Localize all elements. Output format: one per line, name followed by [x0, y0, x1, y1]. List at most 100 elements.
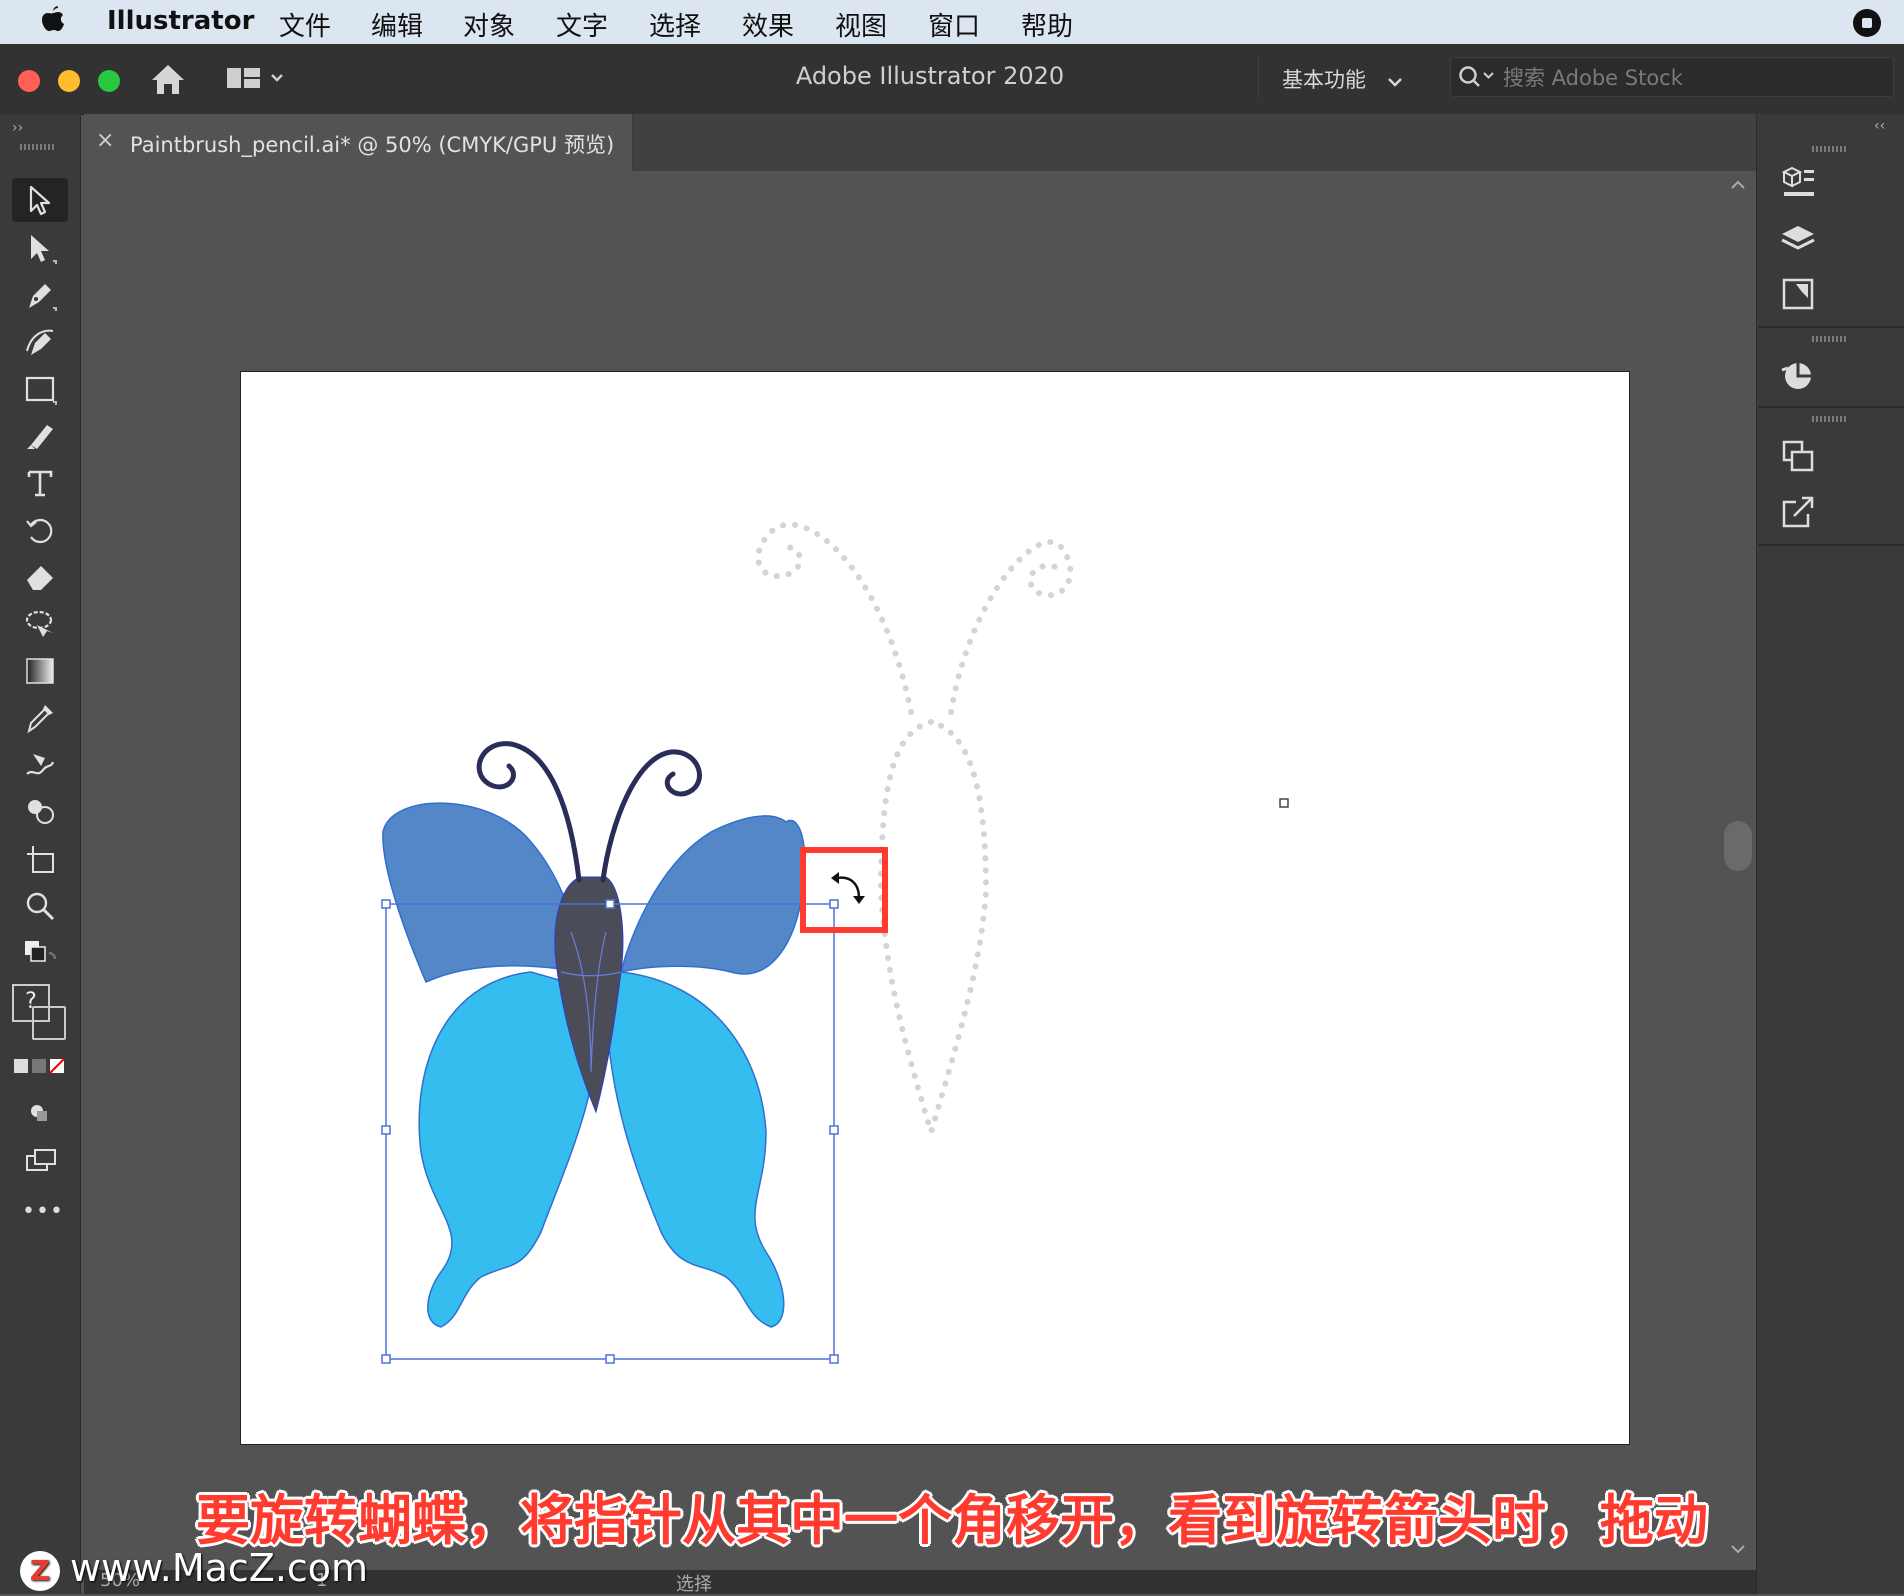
expand-panels-icon[interactable]: ‹‹	[1874, 118, 1885, 134]
pen-tool[interactable]	[12, 273, 68, 317]
selection-arrow-icon	[29, 185, 51, 216]
direct-selection-icon	[31, 235, 57, 264]
lower-right-wing	[605, 971, 785, 1328]
lasso-tool[interactable]	[12, 602, 68, 646]
libraries-icon[interactable]	[1774, 158, 1822, 206]
apple-icon[interactable]	[38, 4, 68, 43]
document-tab[interactable]: × Paintbrush_pencil.ai* @ 50% (CMYK/GPU …	[84, 114, 633, 171]
menu-type[interactable]: 文字	[556, 6, 608, 43]
panel-grip[interactable]	[1812, 416, 1848, 422]
panel-grip[interactable]	[1812, 336, 1848, 342]
workspace-label: 基本功能	[1282, 68, 1366, 92]
menu-help[interactable]: 帮助	[1021, 6, 1073, 43]
zoom-tool[interactable]	[12, 884, 68, 928]
menu-edit[interactable]: 编辑	[371, 6, 423, 43]
shape-builder-icon	[28, 800, 54, 824]
export-icon[interactable]	[1774, 488, 1822, 536]
artwork	[381, 521, 1289, 1364]
curvature-tool[interactable]	[12, 320, 68, 364]
direct-selection-tool[interactable]	[12, 226, 68, 270]
rectangle-tool[interactable]	[12, 367, 68, 411]
selection-tool[interactable]	[12, 178, 68, 222]
panel-divider	[1758, 544, 1904, 546]
color-guide-icon[interactable]	[1774, 352, 1822, 400]
panel-divider	[1758, 326, 1904, 328]
fill-stroke-swatches[interactable]: ?	[10, 982, 72, 1042]
application-bar: Adobe Illustrator 2020 基本功能	[0, 44, 1904, 115]
upper-left-wing	[382, 802, 582, 983]
handle-top-left[interactable]	[381, 899, 391, 909]
handle-bottom-right[interactable]	[829, 1354, 839, 1364]
type-icon	[27, 470, 53, 497]
status-mode[interactable]: 选择	[676, 1570, 712, 1596]
menu-view[interactable]: 视图	[835, 6, 887, 43]
paintbrush-icon	[27, 425, 53, 449]
workspace-switcher[interactable]: 基本功能	[1282, 64, 1403, 94]
color-mode-buttons[interactable]	[12, 1056, 68, 1076]
handle-middle-right[interactable]	[829, 1125, 839, 1135]
layers-icon[interactable]	[1774, 216, 1822, 264]
default-colors-icon	[25, 941, 56, 962]
artboard-tool[interactable]	[12, 837, 68, 881]
pen-icon	[29, 284, 57, 311]
screen-mode-icon	[26, 1149, 56, 1171]
arrange-documents-icon[interactable]	[226, 64, 288, 98]
panel-grip[interactable]	[20, 144, 56, 150]
screen-record-icon[interactable]	[1852, 8, 1882, 45]
scrollbar-thumb[interactable]	[1724, 821, 1752, 871]
close-window-button[interactable]	[18, 70, 40, 92]
anchor-point[interactable]	[1279, 798, 1289, 808]
handle-middle-left[interactable]	[381, 1125, 391, 1135]
panel-divider	[1758, 406, 1904, 408]
artboard[interactable]	[240, 371, 1630, 1445]
menu-effect[interactable]: 效果	[742, 6, 794, 43]
stock-search-input[interactable]	[1501, 62, 1885, 94]
handle-bottom-left[interactable]	[381, 1354, 391, 1364]
search-icon	[1457, 64, 1497, 94]
home-icon[interactable]	[148, 60, 188, 102]
gradient-icon	[26, 658, 54, 684]
watermark: Zwww.MacZ.com	[20, 1546, 368, 1591]
tools-panel: ›› ? •••	[0, 114, 81, 1594]
handle-top-right[interactable]	[829, 899, 839, 909]
eraser-tool[interactable]	[12, 555, 68, 599]
panel-grip[interactable]	[1812, 146, 1848, 152]
document-tab-label: Paintbrush_pencil.ai* @ 50% (CMYK/GPU 预览…	[130, 133, 615, 157]
handle-top-center[interactable]	[605, 899, 615, 909]
default-fill-stroke-control[interactable]	[12, 934, 68, 978]
edit-toolbar-button[interactable]: •••	[22, 1199, 64, 1224]
curvature-pen-icon	[26, 329, 54, 355]
collapse-panel-icon[interactable]: ››	[12, 120, 23, 136]
eyedropper-tool[interactable]	[12, 696, 68, 740]
menu-window[interactable]: 窗口	[928, 6, 980, 43]
butterfly-artwork[interactable]	[382, 741, 806, 1328]
tutorial-caption: 要旋转蝴蝶，将指针从其中一个角移开，看到旋转箭头时，拖动	[196, 1489, 1708, 1552]
application-title: Adobe Illustrator 2020	[795, 62, 1065, 90]
transform-icon[interactable]	[1774, 432, 1822, 480]
menu-app-name[interactable]: Illustrator	[107, 6, 254, 36]
menu-select[interactable]: 选择	[649, 6, 701, 43]
drawing-modes[interactable]	[12, 1092, 68, 1136]
menu-object[interactable]: 对象	[463, 6, 515, 43]
stroke-swatch[interactable]	[32, 1006, 66, 1040]
minimize-window-button[interactable]	[58, 70, 80, 92]
zoom-icon	[26, 892, 55, 921]
adobe-stock-search[interactable]	[1450, 57, 1894, 97]
screen-mode[interactable]	[12, 1139, 68, 1183]
shape-builder-tool[interactable]	[12, 790, 68, 834]
watermark-logo: Z	[20, 1550, 60, 1591]
close-tab-icon[interactable]: ×	[96, 128, 114, 153]
zoom-window-button[interactable]	[98, 70, 120, 92]
rotate-tool[interactable]	[12, 508, 68, 552]
lasso-icon	[25, 610, 53, 637]
menu-file[interactable]: 文件	[279, 6, 331, 43]
blend-tool[interactable]	[12, 743, 68, 787]
eraser-icon	[27, 566, 53, 590]
vertical-scrollbar[interactable]	[1720, 171, 1756, 1557]
type-tool[interactable]	[12, 461, 68, 505]
artboards-icon[interactable]	[1774, 270, 1822, 318]
gradient-tool[interactable]	[12, 649, 68, 693]
rectangle-icon	[25, 376, 57, 405]
paintbrush-tool[interactable]	[12, 414, 68, 458]
handle-bottom-center[interactable]	[605, 1354, 615, 1364]
